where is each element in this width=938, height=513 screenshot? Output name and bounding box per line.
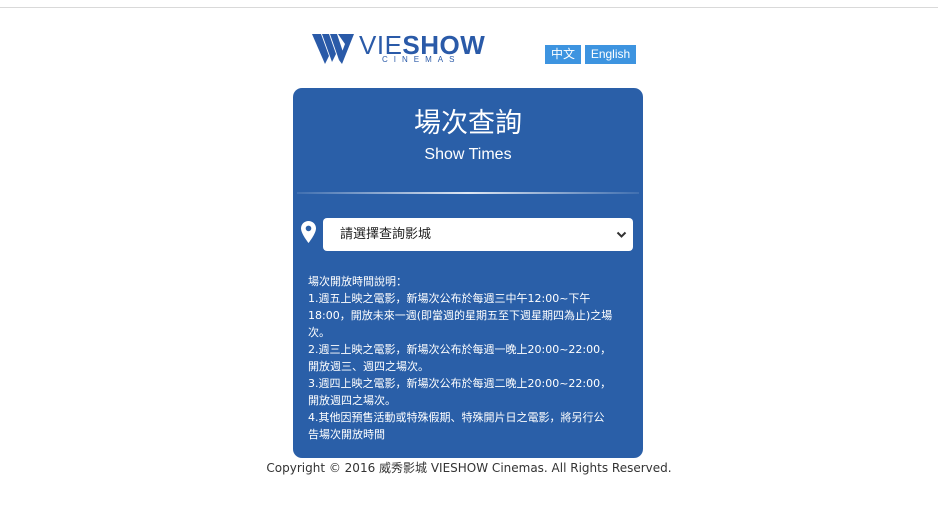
logo-tagline: CINEMAS [382, 55, 461, 64]
chevron-down-icon [616, 231, 627, 238]
notes-item: 3.週四上映之電影，新場次公布於每週二晚上20:00~22:00，開放週四之場次… [308, 377, 612, 407]
vieshow-logo[interactable]: VIESHOW CINEMAS [312, 32, 502, 68]
page-title: 場次查詢 [414, 108, 522, 139]
copyright-footer: Copyright © 2016 威秀影城 VIESHOW Cinemas. A… [266, 461, 672, 475]
notes-heading: 場次開放時間說明： [308, 275, 407, 288]
notes-item: 1.週五上映之電影，新場次公布於每週三中午12:00~下午18:00，開放未來一… [308, 292, 613, 339]
notes-item: 4.其他因預售活動或特殊假期、特殊開片日之電影，將另行公告場次開放時間 [308, 411, 605, 441]
map-pin-icon [301, 221, 316, 243]
showtimes-panel: 場次查詢 Show Times 請選擇查詢影城 場次開放時間說明： 1.週五上映… [293, 88, 643, 458]
language-english-button[interactable]: English [585, 45, 636, 64]
vieshow-logo-mark-icon [312, 34, 354, 64]
showtime-release-notes: 場次開放時間說明： 1.週五上映之電影，新場次公布於每週三中午12:00~下午1… [308, 273, 613, 443]
panel-divider [297, 192, 639, 194]
cinema-select[interactable]: 請選擇查詢影城 [323, 218, 633, 251]
top-divider [0, 7, 938, 8]
notes-item: 2.週三上映之電影，新場次公布於每週一晚上20:00~22:00，開放週三、週四… [308, 343, 612, 373]
cinema-select-value: 請選擇查詢影城 [340, 227, 432, 242]
page-subtitle: Show Times [424, 146, 512, 163]
language-chinese-button[interactable]: 中文 [545, 45, 581, 64]
